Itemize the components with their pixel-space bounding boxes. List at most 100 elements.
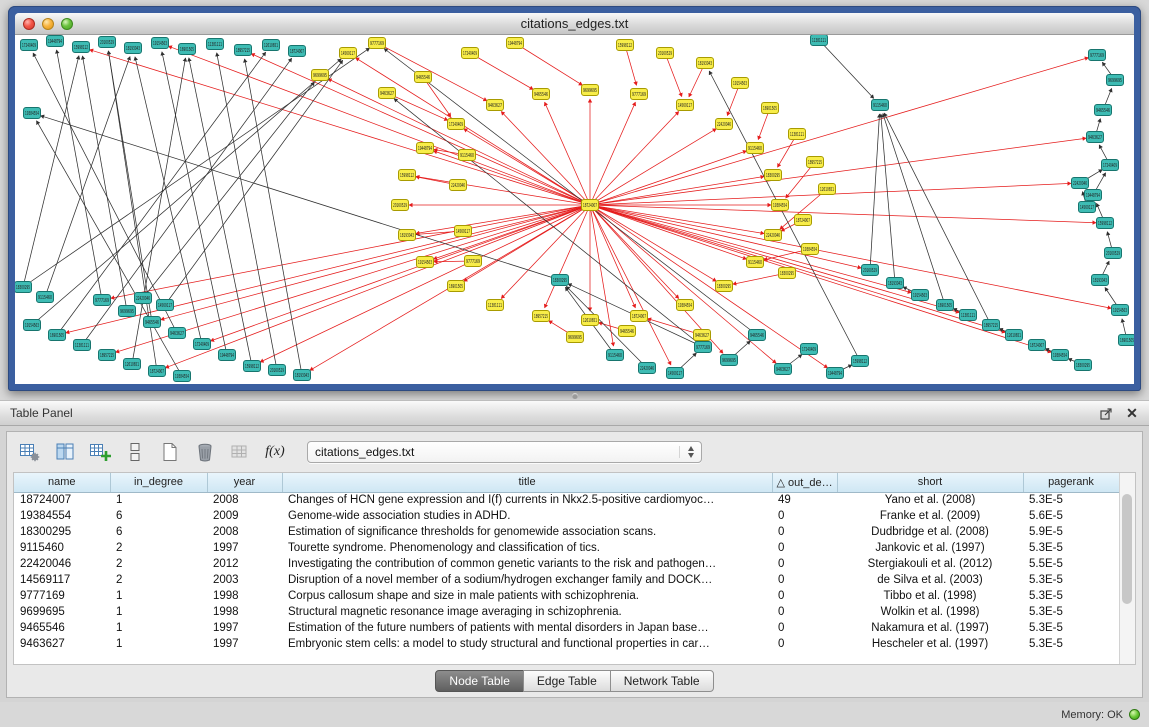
graph-node[interactable]: 15998112 [399,170,416,181]
table-cell[interactable]: Yano et al. (2008) [837,492,1023,508]
network-view-window[interactable]: citations_edges.txt 18724007193845541830… [8,6,1141,391]
graph-node[interactable]: 9463627 [694,330,711,341]
graph-node[interactable]: 9465546 [415,72,432,83]
table-cell[interactable]: 2 [110,556,207,572]
graph-node[interactable]: 9465546 [1095,105,1112,116]
table-cell[interactable]: 1 [110,604,207,620]
graph-node[interactable]: 17240409 [462,48,479,59]
table-cell[interactable]: 5.3E-5 [1023,636,1119,652]
column-header-out_de[interactable]: △ out_de… [772,473,837,492]
table-cell[interactable]: 1998 [207,588,282,604]
graph-node[interactable]: 12610651 [819,184,836,195]
table-cell[interactable]: 14569117 [14,572,110,588]
graph-node[interactable]: 9777169 [631,89,648,100]
table-cell[interactable]: 0 [772,604,837,620]
function-icon[interactable]: f(x) [262,439,288,465]
graph-node[interactable]: 16901505 [1119,335,1135,346]
columns-icon[interactable] [52,439,78,465]
graph-node[interactable]: 19384554 [802,244,819,255]
graph-node[interactable]: 18957215 [983,320,1000,331]
graph-node[interactable]: 20160529 [99,37,116,48]
graph-node[interactable]: 19154563 [912,290,929,301]
table-row[interactable]: 1830029562008Estimation of significance … [14,524,1119,540]
table-cell[interactable]: Estimation of the future numbers of pati… [282,620,772,636]
graph-node[interactable]: 15998112 [244,361,261,372]
table-cell[interactable]: Tourette syndrome. Phenomenology and cla… [282,540,772,556]
column-header-year[interactable]: year [207,473,282,492]
graph-node[interactable]: 9777169 [695,342,712,353]
table-row[interactable]: 2242004622012Investigating the contribut… [14,556,1119,572]
network-graph[interactable]: 18724007 19384554 18300295 9115460 22420046 1… [15,35,1134,384]
tab-network-table[interactable]: Network Table [610,670,714,692]
table-cell[interactable]: Embryonic stem cells: a model to study s… [282,636,772,652]
close-window-button[interactable] [23,18,35,30]
graph-node[interactable]: 19384554 [24,108,41,119]
table-cell[interactable]: 2003 [207,572,282,588]
tab-node-table[interactable]: Node Table [435,670,524,692]
table-cell[interactable]: 1 [110,588,207,604]
table-cell[interactable]: 1997 [207,540,282,556]
close-panel-icon[interactable]: ✕ [1125,406,1139,420]
graph-node[interactable]: 20160529 [269,365,286,376]
table-select-dropdown[interactable]: citations_edges.txt [307,441,702,463]
graph-node[interactable]: 19154563 [152,38,169,49]
graph-node[interactable]: 9699695 [721,355,738,366]
graph-node[interactable]: 18193043 [294,370,311,381]
table-row[interactable]: 946554611997Estimation of the future num… [14,620,1119,636]
graph-node[interactable]: 17240409 [1102,160,1119,171]
graph-node[interactable]: 18300295 [765,170,782,181]
table-cell[interactable]: 0 [772,572,837,588]
tab-edge-table[interactable]: Edge Table [523,670,611,692]
graph-canvas[interactable]: 18724007 19384554 18300295 9115460 22420046 1… [15,35,1134,384]
graph-node[interactable]: 14569117 [677,100,694,111]
graph-node[interactable]: 20160529 [862,265,879,276]
table-cell[interactable]: 0 [772,556,837,572]
table-cell[interactable]: Disruption of a novel member of a sodium… [282,572,772,588]
graph-node[interactable]: 17240409 [194,339,211,350]
graph-node[interactable]: 15998112 [73,42,90,53]
table-cell[interactable]: Dudbridge et al. (2008) [837,524,1023,540]
table-cell[interactable]: 2012 [207,556,282,572]
table-row[interactable]: 977716911998Corpus callosum shape and si… [14,588,1119,604]
table-cell[interactable]: 2008 [207,492,282,508]
graph-node[interactable]: 19448794 [417,143,434,154]
graph-node[interactable]: 18300295 [1075,360,1092,371]
table-row[interactable]: 1872400712008Changes of HCN gene express… [14,492,1119,508]
graph-node[interactable]: 19448794 [507,38,524,49]
graph-node[interactable]: 9115460 [872,100,889,111]
graph-node[interactable]: 9115460 [37,292,54,303]
table-row[interactable]: 1456911722003Disruption of a novel membe… [14,572,1119,588]
graph-node[interactable]: 11381111 [960,310,977,321]
graph-node[interactable]: 18724007 [795,215,812,226]
graph-node[interactable]: 22420046 [135,293,152,304]
graph-node[interactable]: 18193043 [697,58,714,69]
graph-node[interactable]: 9777169 [369,38,386,49]
graph-node[interactable]: 20160529 [392,200,409,211]
column-header-title[interactable]: title [282,473,772,492]
graph-node[interactable]: 9463627 [775,364,792,375]
graph-node[interactable]: 19154563 [732,78,749,89]
table-cell[interactable]: 9463627 [14,636,110,652]
graph-node[interactable]: 15998112 [617,40,634,51]
graph-node[interactable]: 18193043 [1092,275,1109,286]
vertical-scrollbar[interactable] [1119,473,1135,664]
graph-node[interactable]: 19384554 [1052,350,1069,361]
graph-node[interactable]: 18300295 [15,282,32,293]
table-cell[interactable]: 9465546 [14,620,110,636]
graph-node[interactable]: 18300295 [552,275,569,286]
graph-node[interactable]: 15998112 [1097,218,1114,229]
table-cell[interactable]: Hescheler et al. (1997) [837,636,1023,652]
table-cell[interactable]: 22420046 [14,556,110,572]
graph-node[interactable]: 19154563 [24,320,41,331]
graph-node[interactable]: 9465546 [749,330,766,341]
table-cell[interactable]: Corpus callosum shape and size in male p… [282,588,772,604]
graph-node[interactable]: 17240409 [21,40,38,51]
graph-node[interactable]: 19154563 [1112,305,1129,316]
table-cell[interactable]: Franke et al. (2009) [837,508,1023,524]
import-table-icon[interactable] [227,439,253,465]
graph-node[interactable]: 12610651 [582,315,599,326]
graph-node[interactable]: 19154563 [417,257,434,268]
table-cell[interactable]: Structural magnetic resonance image aver… [282,604,772,620]
table-cell[interactable]: 5.9E-5 [1023,524,1119,540]
graph-node[interactable]: 16901505 [179,44,196,55]
